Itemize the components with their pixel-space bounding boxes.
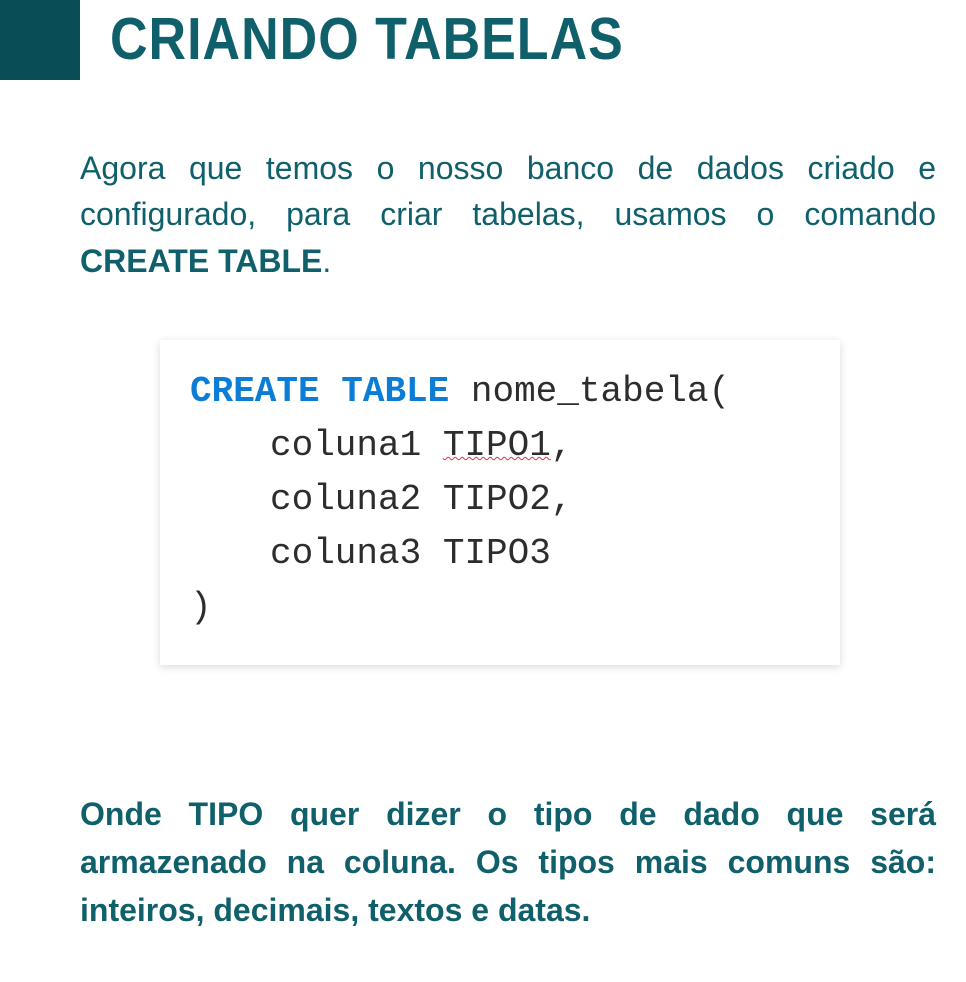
code-keyword-table: TABLE xyxy=(341,371,449,412)
code-line-5: ) xyxy=(190,581,810,635)
page-title: CRIANDO TABELAS xyxy=(110,5,624,74)
code-line1-rest: nome_tabela( xyxy=(449,371,730,412)
code-line-4: coluna3 TIPO3 xyxy=(190,527,810,581)
header-color-block xyxy=(0,0,80,80)
code-line-2: coluna1 TIPO1, xyxy=(190,419,810,473)
intro-text-part1: Agora que temos o nosso banco de dados c… xyxy=(80,150,936,232)
code-line-1: CREATE TABLE nome_tabela( xyxy=(190,365,810,419)
intro-bold-command: CREATE TABLE xyxy=(80,243,322,279)
code-line2-comma: , xyxy=(551,425,573,466)
code-example-box: CREATE TABLE nome_tabela( coluna1 TIPO1,… xyxy=(160,340,840,665)
code-line2-type: TIPO1 xyxy=(443,425,551,466)
code-line2-col: coluna1 xyxy=(270,425,443,466)
intro-text-part2: . xyxy=(322,243,331,279)
footer-paragraph: Onde TIPO quer dizer o tipo de dado que … xyxy=(80,790,936,934)
intro-paragraph: Agora que temos o nosso banco de dados c… xyxy=(80,145,936,284)
code-line-3: coluna2 TIPO2, xyxy=(190,473,810,527)
code-keyword-create: CREATE xyxy=(190,371,320,412)
